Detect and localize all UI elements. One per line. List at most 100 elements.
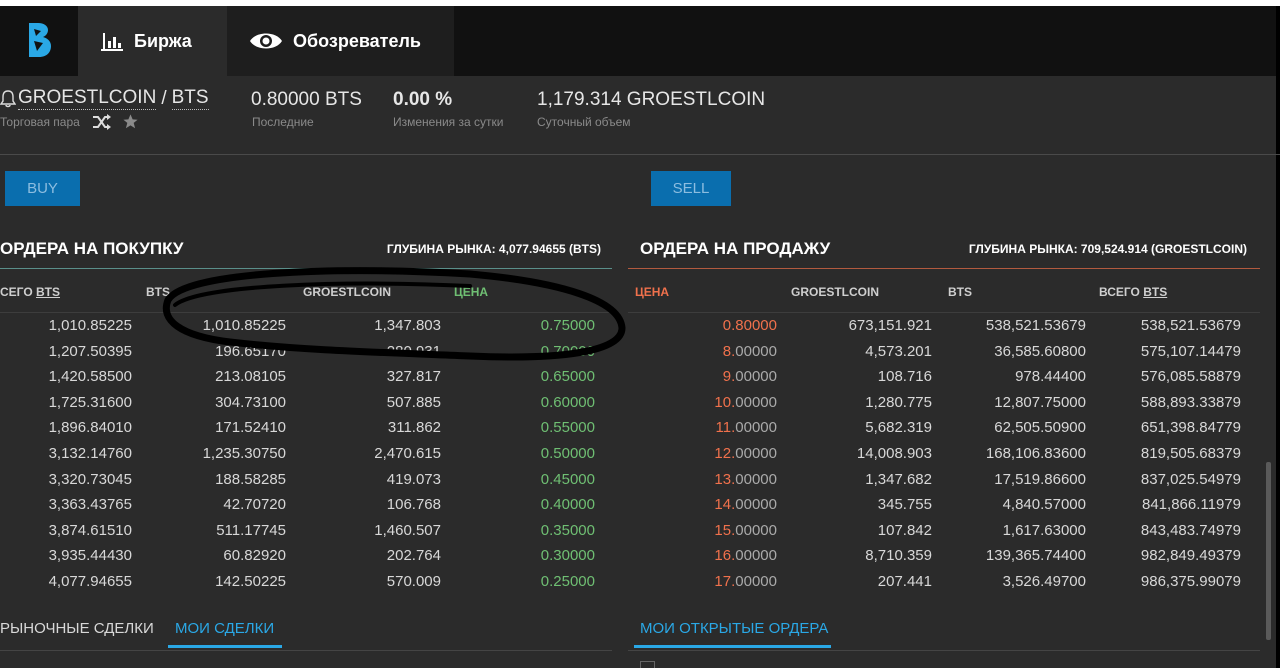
- buy-price: 0.55000: [540, 419, 595, 437]
- tab-my-trades[interactable]: МОИ СДЕЛКИ: [175, 620, 274, 637]
- table-row[interactable]: 10.00000 1,280.775 12,807.75000 588,893.…: [628, 390, 1260, 416]
- sell-price-dec: 00000: [735, 521, 777, 539]
- top-nav: Биржа Обозреватель: [0, 6, 1280, 76]
- table-row[interactable]: 14.00000 345.755 4,840.57000 841,866.119…: [628, 492, 1260, 518]
- sell-price-dec: 00000: [735, 496, 777, 514]
- table-row[interactable]: 11.00000 5,682.319 62,505.50900 651,398.…: [628, 415, 1260, 441]
- select-all-checkbox[interactable]: [640, 661, 655, 668]
- table-row[interactable]: 9.00000 108.716 978.44400 576,085.58879: [628, 364, 1260, 390]
- buy-bts: 1,010.85225: [202, 317, 286, 334]
- table-row[interactable]: 3,320.73045 188.58285 419.073 0.45000: [0, 467, 612, 493]
- sell-price-dec: 00000: [735, 393, 777, 411]
- table-row[interactable]: 1,010.85225 1,010.85225 1,347.803 0.7500…: [0, 313, 612, 339]
- sell-price-int: 12.: [714, 444, 736, 462]
- sell-price-dec: 00000: [735, 419, 777, 437]
- sell-price: 0.80000: [723, 317, 777, 334]
- sell-groestlcoin: 345.755: [877, 496, 932, 514]
- buy-bts: 60.82920: [223, 547, 286, 565]
- buy-col-total[interactable]: СЕГО BTS: [0, 285, 60, 299]
- buy-col-groestlcoin: GROESTLCOIN: [303, 285, 392, 299]
- buy-price: 0.40000: [540, 496, 595, 514]
- sell-bts: 4,840.57000: [1002, 496, 1086, 514]
- pair-separator: /: [161, 87, 167, 109]
- sell-groestlcoin: 207.441: [877, 572, 932, 590]
- tab-exchange-label: Биржа: [134, 30, 192, 51]
- last-price: 0.80000 BTS: [251, 89, 362, 110]
- sell-total: 576,085.58879: [1140, 368, 1241, 386]
- table-row[interactable]: 13.00000 1,347.682 17,519.86600 837,025.…: [628, 467, 1260, 493]
- sell-col-total-unit[interactable]: BTS: [1143, 285, 1167, 299]
- tab-explorer[interactable]: Обозреватель: [227, 6, 454, 76]
- sell-col-total[interactable]: ВСЕГО BTS: [1099, 285, 1167, 299]
- buy-groestlcoin: 280.931: [386, 342, 441, 360]
- sell-price-dec: 00000: [735, 368, 777, 386]
- base-asset-link[interactable]: GROESTLCOIN: [18, 87, 157, 110]
- buy-price: 0.35000: [540, 521, 595, 539]
- sell-price-dec: 00000: [735, 572, 777, 590]
- buy-market-depth: ГЛУБИНА РЫНКА: 4,077.94655 (BTS): [386, 242, 601, 256]
- table-row[interactable]: 4,077.94655 142.50225 570.009 0.25000: [0, 569, 612, 595]
- sell-bts: 17,519.86600: [994, 470, 1086, 488]
- table-row[interactable]: 3,363.43765 42.70720 106.768 0.40000: [0, 492, 612, 518]
- table-row[interactable]: 0.80000 673,151.921 538,521.53679 538,52…: [628, 313, 1260, 339]
- buy-col-bts: BTS: [146, 285, 170, 299]
- shuffle-icon[interactable]: [92, 114, 112, 135]
- tab-my-open-orders[interactable]: МОИ ОТКРЫТЫЕ ОРДЕРА: [640, 620, 828, 637]
- buy-bts: 142.50225: [215, 572, 286, 590]
- sell-price-int: 13.: [714, 470, 736, 488]
- sell-total: 575,107.14479: [1140, 342, 1241, 360]
- buy-bts: 188.58285: [215, 470, 286, 488]
- sell-price: 17.00000: [714, 573, 777, 590]
- buy-bts: 1,235.30750: [202, 444, 286, 462]
- table-row[interactable]: 8.00000 4,573.201 36,585.60800 575,107.1…: [628, 339, 1260, 365]
- table-row[interactable]: 17.00000 207.441 3,526.49700 986,375.990…: [628, 569, 1260, 595]
- trading-pair: GROESTLCOIN / BTS: [0, 87, 209, 110]
- buy-groestlcoin: 327.817: [386, 368, 441, 386]
- sell-price: 14.00000: [714, 496, 777, 513]
- bell-icon[interactable]: [0, 89, 16, 108]
- table-row[interactable]: 3,132.14760 1,235.30750 2,470.615 0.5000…: [0, 441, 612, 467]
- buy-col-total-unit[interactable]: BTS: [36, 285, 60, 299]
- tab-exchange[interactable]: Биржа: [78, 6, 227, 76]
- quote-asset-link[interactable]: BTS: [171, 87, 209, 110]
- buy-bts: 42.70720: [223, 496, 286, 514]
- sell-button[interactable]: SELL: [651, 171, 731, 206]
- buy-col-price: ЦЕНА: [454, 285, 489, 299]
- daily-change: 0.00 %: [393, 89, 453, 110]
- star-icon[interactable]: [122, 113, 139, 135]
- buy-button[interactable]: BUY: [5, 171, 80, 206]
- buy-groestlcoin: 570.009: [386, 572, 441, 590]
- sell-total: 837,025.54979: [1140, 470, 1241, 488]
- table-row[interactable]: 3,874.61510 511.17745 1,460.507 0.35000: [0, 518, 612, 544]
- tab-market-trades[interactable]: РЫНОЧНЫЕ СДЕЛКИ: [0, 620, 154, 637]
- table-row[interactable]: 1,896.84010 171.52410 311.862 0.55000: [0, 415, 612, 441]
- bitshares-logo-icon[interactable]: [0, 6, 78, 76]
- sell-bts: 1,617.63000: [1002, 521, 1086, 539]
- buy-groestlcoin: 311.862: [387, 419, 441, 437]
- buy-price: 0.45000: [540, 470, 595, 488]
- table-row[interactable]: 1,420.58500 213.08105 327.817 0.65000: [0, 364, 612, 390]
- buy-total: 1,207.50395: [48, 342, 132, 360]
- sell-col-groestlcoin: GROESTLCOIN: [791, 285, 880, 299]
- buy-price: 0.60000: [540, 393, 595, 411]
- tab-explorer-label: Обозреватель: [293, 30, 421, 51]
- buy-total: 3,132.14760: [48, 444, 132, 462]
- sell-bts: 12,807.75000: [994, 393, 1086, 411]
- table-row[interactable]: 3,935.44430 60.82920 202.764 0.30000: [0, 543, 612, 569]
- table-row[interactable]: 12.00000 14,008.903 168,106.83600 819,50…: [628, 441, 1260, 467]
- buy-total: 3,320.73045: [48, 470, 132, 488]
- table-row[interactable]: 16.00000 8,710.359 139,365.74400 982,849…: [628, 543, 1260, 569]
- sell-price: 11.00000: [716, 419, 777, 436]
- buy-col-total-label: СЕГО: [0, 285, 33, 299]
- sell-total: 986,375.99079: [1140, 572, 1241, 590]
- table-row[interactable]: 15.00000 107.842 1,617.63000 843,483.749…: [628, 518, 1260, 544]
- table-row[interactable]: 1,725.31600 304.73100 507.885 0.60000: [0, 390, 612, 416]
- table-row[interactable]: 1,207.50395 196.65170 280.931 0.70000: [0, 339, 612, 365]
- buy-orders-underline: [0, 268, 612, 269]
- buy-groestlcoin: 202.764: [386, 547, 441, 565]
- sell-groestlcoin: 8,710.359: [865, 547, 932, 565]
- sell-total: 841,866.11979: [1142, 496, 1241, 514]
- buy-total: 1,010.85225: [48, 317, 132, 334]
- scrollbar[interactable]: [1266, 462, 1271, 640]
- sell-groestlcoin: 1,347.682: [865, 470, 932, 488]
